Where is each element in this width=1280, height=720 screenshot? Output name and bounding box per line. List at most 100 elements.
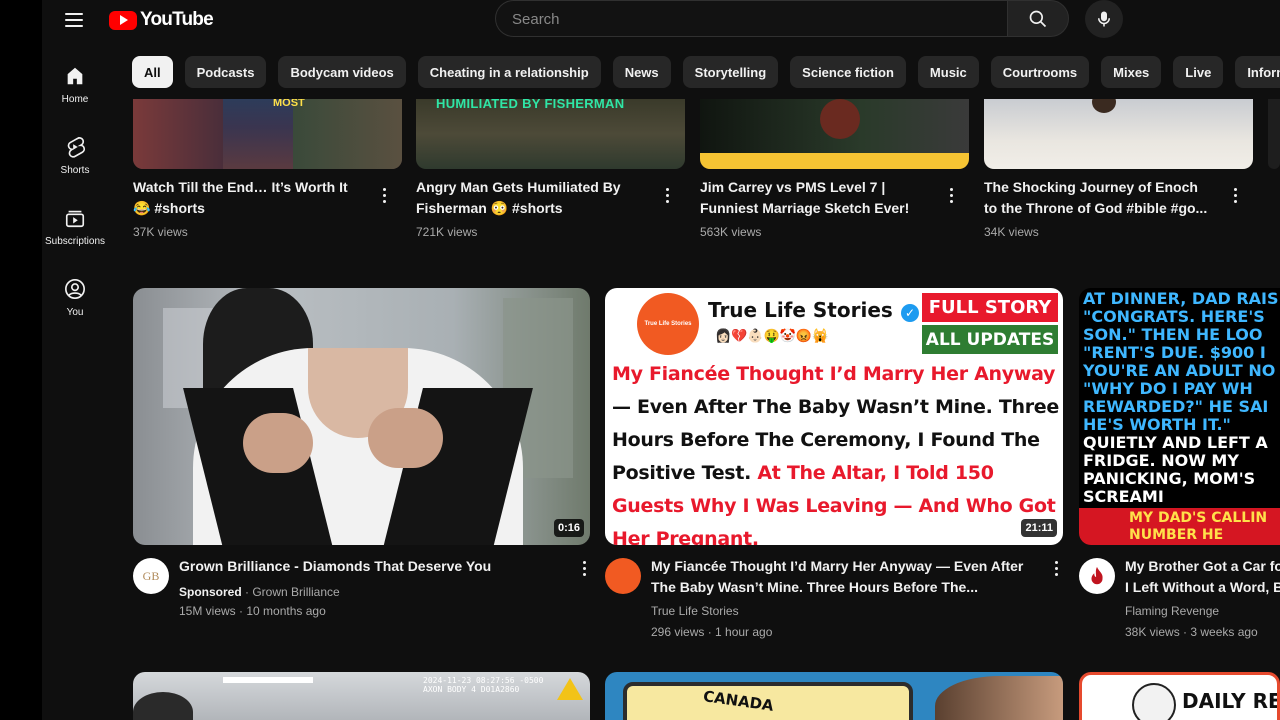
more-options-icon[interactable] <box>572 556 596 580</box>
search-input[interactable] <box>510 1 994 38</box>
short-card[interactable]: Jim Carrey vs PMS Level 7 | Funniest Mar… <box>700 99 969 239</box>
video-thumbnail[interactable]: 2024-11-23 08:27:56 -0500 AXON BODY 4 D0… <box>133 672 590 720</box>
thumb-blue-text: AT DINNER, DAD RAIS "CONGRATS. HERE'S SO… <box>1083 289 1279 434</box>
short-card[interactable]: VI 86 <box>1268 99 1280 169</box>
more-options-icon[interactable] <box>939 183 963 207</box>
you-icon <box>63 277 87 301</box>
chip-storytelling[interactable]: Storytelling <box>682 56 779 88</box>
video-thumbnail[interactable]: 0:16 <box>133 288 590 545</box>
video-thumbnail[interactable]: DAILY RE <box>1079 672 1280 720</box>
short-thumbnail[interactable] <box>984 99 1253 169</box>
chip-science-fiction[interactable]: Science fiction <box>790 56 906 88</box>
short-overlay-text: MOST <box>273 99 305 109</box>
short-card[interactable]: MOST Watch Till the End… It’s Worth It 😂… <box>133 99 402 239</box>
short-title[interactable]: Watch Till the End… It’s Worth It 😂 #sho… <box>133 177 358 219</box>
channel-avatar[interactable] <box>1079 558 1115 594</box>
video-duration: 21:11 <box>1021 519 1057 537</box>
video-thumbnail[interactable]: True Life Stories True Life Stories ✓ 👩🏻… <box>605 288 1063 545</box>
chip-podcasts[interactable]: Podcasts <box>184 56 267 88</box>
short-thumbnail[interactable]: HUMILIATED BY FISHERMAN <box>416 99 685 169</box>
youtube-logo[interactable]: YouTube <box>109 8 214 32</box>
short-overlay-text: HUMILIATED BY FISHERMAN <box>436 99 625 111</box>
chip-information[interactable]: Information <box>1235 56 1280 88</box>
chip-courtrooms[interactable]: Courtrooms <box>990 56 1090 88</box>
more-options-icon[interactable] <box>1044 556 1068 580</box>
channel-name[interactable]: True Life Stories <box>651 602 739 620</box>
guide-menu-icon[interactable] <box>62 8 86 32</box>
sidebar-item-label: Home <box>61 94 89 105</box>
short-card[interactable]: The Shocking Journey of Enoch to the Thr… <box>984 99 1253 239</box>
more-options-icon[interactable] <box>1223 183 1247 207</box>
chip-bodycam-videos[interactable]: Bodycam videos <box>278 56 406 88</box>
video-title[interactable]: My Fiancée Thought I’d Marry Her Anyway … <box>651 556 1036 598</box>
short-title[interactable]: Angry Man Gets Humiliated By Fisherman 😳… <box>416 177 641 219</box>
short-thumbnail[interactable] <box>1268 99 1280 169</box>
search-icon <box>1029 10 1047 27</box>
subscriptions-icon <box>63 206 87 230</box>
short-thumbnail[interactable]: MOST <box>133 99 402 169</box>
short-views: 721K views <box>416 225 478 239</box>
short-thumbnail[interactable] <box>700 99 969 169</box>
thumb-emojis: 👩🏻💔👶🏻🤑🤡😡🙀 <box>715 328 829 343</box>
video-title[interactable]: My Brother Got a Car fo I Left Without a… <box>1125 556 1280 598</box>
chip-live[interactable]: Live <box>1173 56 1224 88</box>
masthead: YouTube <box>42 0 1280 40</box>
more-options-icon[interactable] <box>655 183 679 207</box>
channel-name[interactable]: Flaming Revenge <box>1125 602 1219 620</box>
youtube-play-icon <box>109 10 137 30</box>
sidebar-item-label: You <box>66 307 84 318</box>
channel-avatar[interactable]: GB <box>133 558 169 594</box>
short-title[interactable]: Jim Carrey vs PMS Level 7 | Funniest Mar… <box>700 177 925 219</box>
thumb-daily-label: DAILY RE <box>1182 689 1280 713</box>
filter-chip-bar: All Podcasts Bodycam videos Cheating in … <box>132 56 1280 88</box>
search-box <box>495 0 1007 38</box>
channel-avatar[interactable] <box>605 558 641 594</box>
avatar-initials: GB <box>142 568 160 583</box>
sidebar-item-you[interactable]: You <box>42 269 108 329</box>
sidebar-item-subscriptions[interactable]: Subscriptions <box>42 198 108 258</box>
chip-music[interactable]: Music <box>917 56 979 88</box>
video-card-ad[interactable]: 0:16 GB Grown Brilliance - Diamonds That… <box>133 288 590 648</box>
video-card[interactable]: True Life Stories True Life Stories ✓ 👩🏻… <box>605 288 1063 648</box>
video-thumbnail[interactable]: CANADA <box>605 672 1063 720</box>
thumb-channel-name: True Life Stories <box>708 298 893 322</box>
short-views: 563K views <box>700 225 762 239</box>
video-title[interactable]: Grown Brilliance - Diamonds That Deserve… <box>179 556 564 577</box>
home-icon <box>63 64 87 88</box>
chip-cheating-in-a-relationship[interactable]: Cheating in a relationship <box>417 56 601 88</box>
thumb-red-text: My Fiancée Thought I’d Marry Her Anyway <box>612 363 1056 385</box>
video-stats: 296 views · 1 hour ago <box>651 625 773 639</box>
sponsored-label: Sponsored <box>179 585 242 599</box>
sidebar-item-label: Shorts <box>60 165 90 176</box>
left-edge-strip <box>0 0 42 720</box>
thumb-white-text: QUIETLY AND LEFT A FRIDGE. NOW MY PANICK… <box>1083 433 1268 506</box>
channel-logo: True Life Stories <box>637 293 699 355</box>
more-options-icon[interactable] <box>372 183 396 207</box>
chip-all[interactable]: All <box>132 56 173 88</box>
search-button[interactable] <box>1007 0 1069 37</box>
video-duration: 0:16 <box>553 519 584 537</box>
youtube-app: YouTube Home Shorts Subscriptions You <box>42 0 1280 720</box>
short-card[interactable]: HUMILIATED BY FISHERMAN Angry Man Gets H… <box>416 99 685 239</box>
short-views: 37K views <box>133 225 188 239</box>
axon-logo-icon <box>557 678 583 700</box>
short-views: 34K views <box>984 225 1039 239</box>
chip-mixes[interactable]: Mixes <box>1101 56 1162 88</box>
flame-icon <box>1091 566 1103 585</box>
all-updates-badge: ALL UPDATES <box>922 325 1058 354</box>
sidebar-item-label: Subscriptions <box>44 236 106 247</box>
channel-name[interactable]: Grown Brilliance <box>252 585 339 599</box>
shorts-icon <box>63 135 87 159</box>
video-thumbnail[interactable]: AT DINNER, DAD RAIS "CONGRATS. HERE'S SO… <box>1079 288 1280 545</box>
chip-news[interactable]: News <box>612 56 671 88</box>
channel-logo-text: True Life Stories <box>644 321 692 327</box>
voice-search-button[interactable] <box>1085 0 1123 38</box>
verified-icon: ✓ <box>901 304 919 322</box>
video-card[interactable]: AT DINNER, DAD RAIS "CONGRATS. HERE'S SO… <box>1079 288 1280 648</box>
sidebar-item-shorts[interactable]: Shorts <box>42 127 108 187</box>
full-story-badge: FULL STORY <box>922 293 1058 322</box>
short-title[interactable]: The Shocking Journey of Enoch to the Thr… <box>984 177 1209 219</box>
video-stats: 38K views · 3 weeks ago <box>1125 625 1258 639</box>
reddit-icon <box>1132 683 1176 720</box>
sidebar-item-home[interactable]: Home <box>42 56 108 116</box>
